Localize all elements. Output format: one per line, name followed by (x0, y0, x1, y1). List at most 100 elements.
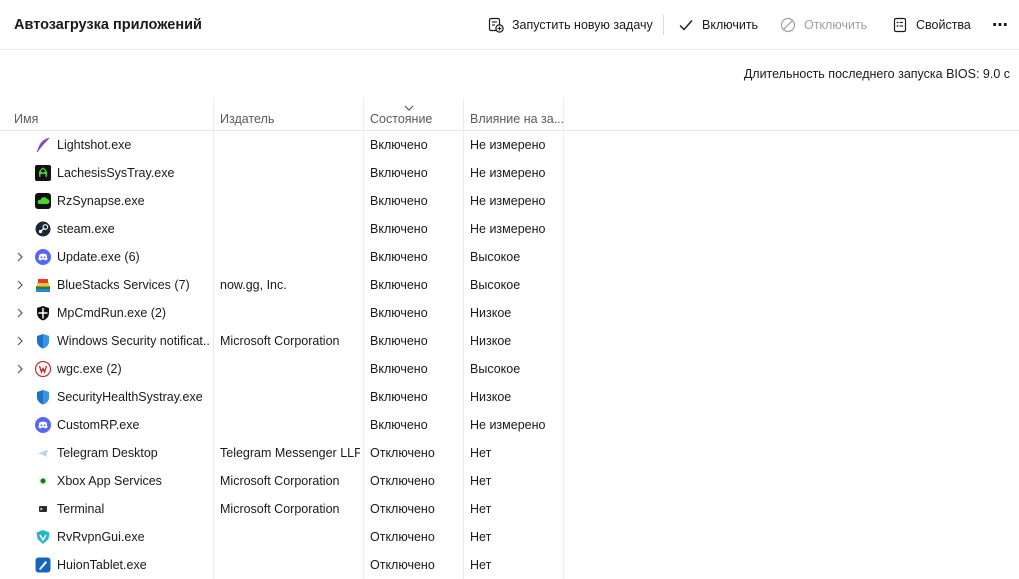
table-row[interactable]: MpCmdRun.exe (2) Включено Низкое (0, 299, 1019, 327)
startup-impact: Не измерено (470, 166, 546, 180)
table-row[interactable]: wgc.exe (2) Включено Высокое (0, 355, 1019, 383)
table-row[interactable]: SecurityHealthSystray.exe Включено Низкое (0, 383, 1019, 411)
new-task-icon (488, 17, 504, 33)
app-name: HuionTablet.exe (57, 558, 147, 572)
windows-security-shield-icon (35, 389, 51, 405)
app-name: Lightshot.exe (57, 138, 132, 152)
lightshot-feather-icon (35, 137, 51, 153)
telegram-icon (35, 445, 51, 461)
table-row[interactable]: steam.exe Включено Не измерено (0, 215, 1019, 243)
disable-button[interactable]: Отключить (780, 12, 867, 38)
status: Включено (370, 278, 428, 292)
bluestacks-icon (35, 277, 51, 293)
table-header: Имя Издатель Состояние Влияние на за... (0, 98, 1019, 131)
run-new-task-button[interactable]: Запустить новую задачу (488, 12, 653, 38)
publisher (220, 523, 360, 551)
startup-impact: Высокое (470, 278, 521, 292)
table-row[interactable]: Lightshot.exe Включено Не измерено (0, 131, 1019, 159)
status: Отключено (370, 474, 435, 488)
table-row[interactable]: RzSynapse.exe Включено Не измерено (0, 187, 1019, 215)
publisher: Microsoft Corporation (220, 334, 340, 348)
app-name: Update.exe (6) (57, 250, 140, 264)
publisher (220, 187, 360, 215)
column-header-publisher[interactable]: Издатель (214, 98, 363, 131)
app-name: MpCmdRun.exe (2) (57, 306, 167, 320)
publisher (220, 299, 360, 327)
startup-impact: Высокое (470, 250, 521, 264)
status: Отключено (370, 558, 435, 572)
publisher (220, 383, 360, 411)
table-row[interactable]: Telegram Desktop Telegram Messenger LLP От… (0, 439, 1019, 467)
startup-impact: Не измерено (470, 222, 546, 236)
status: Включено (370, 362, 428, 376)
startup-impact: Низкое (470, 390, 512, 404)
app-name: Terminal (57, 502, 105, 516)
enable-button[interactable]: Включить (678, 12, 758, 38)
publisher: Microsoft Corporation (220, 474, 340, 488)
startup-impact: Нет (470, 446, 492, 460)
column-header-name[interactable]: Имя (8, 98, 213, 131)
page-title: Автозагрузка приложений (14, 17, 202, 33)
status: Отключено (370, 502, 435, 516)
publisher (220, 355, 360, 383)
publisher (220, 551, 360, 579)
disable-label: Отключить (804, 18, 868, 32)
xbox-icon (35, 473, 51, 489)
table-row[interactable]: Windows Security notificat... Microsoft C… (0, 327, 1019, 355)
table-row[interactable]: CustomRP.exe Включено Не измерено (0, 411, 1019, 439)
app-name: RzSynapse.exe (57, 194, 145, 208)
expand-chevron-icon[interactable] (14, 307, 26, 319)
app-name: RvRvpnGui.exe (57, 530, 145, 544)
publisher (220, 243, 360, 271)
status: Включено (370, 166, 428, 180)
steam-icon (35, 221, 51, 237)
title-bar: Автозагрузка приложений Запустить новую … (0, 0, 1019, 50)
table-row[interactable]: BlueStacks Services (7) now.gg, Inc. Включ… (0, 271, 1019, 299)
sort-descending-icon (403, 101, 415, 115)
bios-duration: Длительность последнего запуска BIOS: 9.… (743, 67, 1010, 81)
properties-label: Свойства (916, 18, 971, 32)
table-row[interactable]: RvRvpnGui.exe Отключено Нет (0, 523, 1019, 551)
expand-chevron-icon[interactable] (14, 363, 26, 375)
table-row[interactable]: Terminal Microsoft Corporation Отключено Не… (0, 495, 1019, 523)
vpn-shield-icon (35, 529, 51, 545)
status: Включено (370, 138, 428, 152)
startup-impact: Нет (470, 502, 492, 516)
razer-icon (35, 165, 51, 181)
status: Отключено (370, 446, 435, 460)
app-name: LachesisSysTray.exe (57, 166, 175, 180)
expand-chevron-icon[interactable] (14, 251, 26, 263)
defender-icon (35, 305, 51, 321)
publisher: Telegram Messenger LLP (220, 446, 360, 460)
status: Отключено (370, 530, 435, 544)
publisher (220, 411, 360, 439)
startup-impact: Нет (470, 530, 492, 544)
run-new-task-label: Запустить новую задачу (512, 18, 653, 32)
app-name: CustomRP.exe (57, 418, 140, 432)
app-name: Telegram Desktop (57, 446, 158, 460)
app-name: Xbox App Services (57, 474, 162, 488)
table-row[interactable]: Xbox App Services Microsoft Corporation От… (0, 467, 1019, 495)
discord-icon (35, 417, 51, 433)
synapse-cloud-icon (35, 193, 51, 209)
publisher (220, 131, 360, 159)
table-row[interactable]: HuionTablet.exe Отключено Нет (0, 551, 1019, 579)
expand-chevron-icon[interactable] (14, 335, 26, 347)
publisher: now.gg, Inc. (220, 278, 287, 292)
startup-impact: Низкое (470, 334, 512, 348)
column-header-impact[interactable]: Влияние на за... (464, 98, 563, 131)
more-options-button[interactable]: ⋯ (992, 12, 1008, 38)
properties-icon (892, 17, 908, 33)
properties-button[interactable]: Свойства (892, 12, 971, 38)
publisher (220, 159, 360, 187)
table-row[interactable]: LachesisSysTray.exe Включено Не измерено (0, 159, 1019, 187)
table-row[interactable]: Update.exe (6) Включено Высокое (0, 243, 1019, 271)
startup-impact: Не измерено (470, 138, 546, 152)
startup-impact: Низкое (470, 306, 512, 320)
publisher (220, 215, 360, 243)
startup-impact: Высокое (470, 362, 521, 376)
status: Включено (370, 222, 428, 236)
app-name: Windows Security notificat... (57, 334, 210, 348)
status: Включено (370, 334, 428, 348)
expand-chevron-icon[interactable] (14, 279, 26, 291)
